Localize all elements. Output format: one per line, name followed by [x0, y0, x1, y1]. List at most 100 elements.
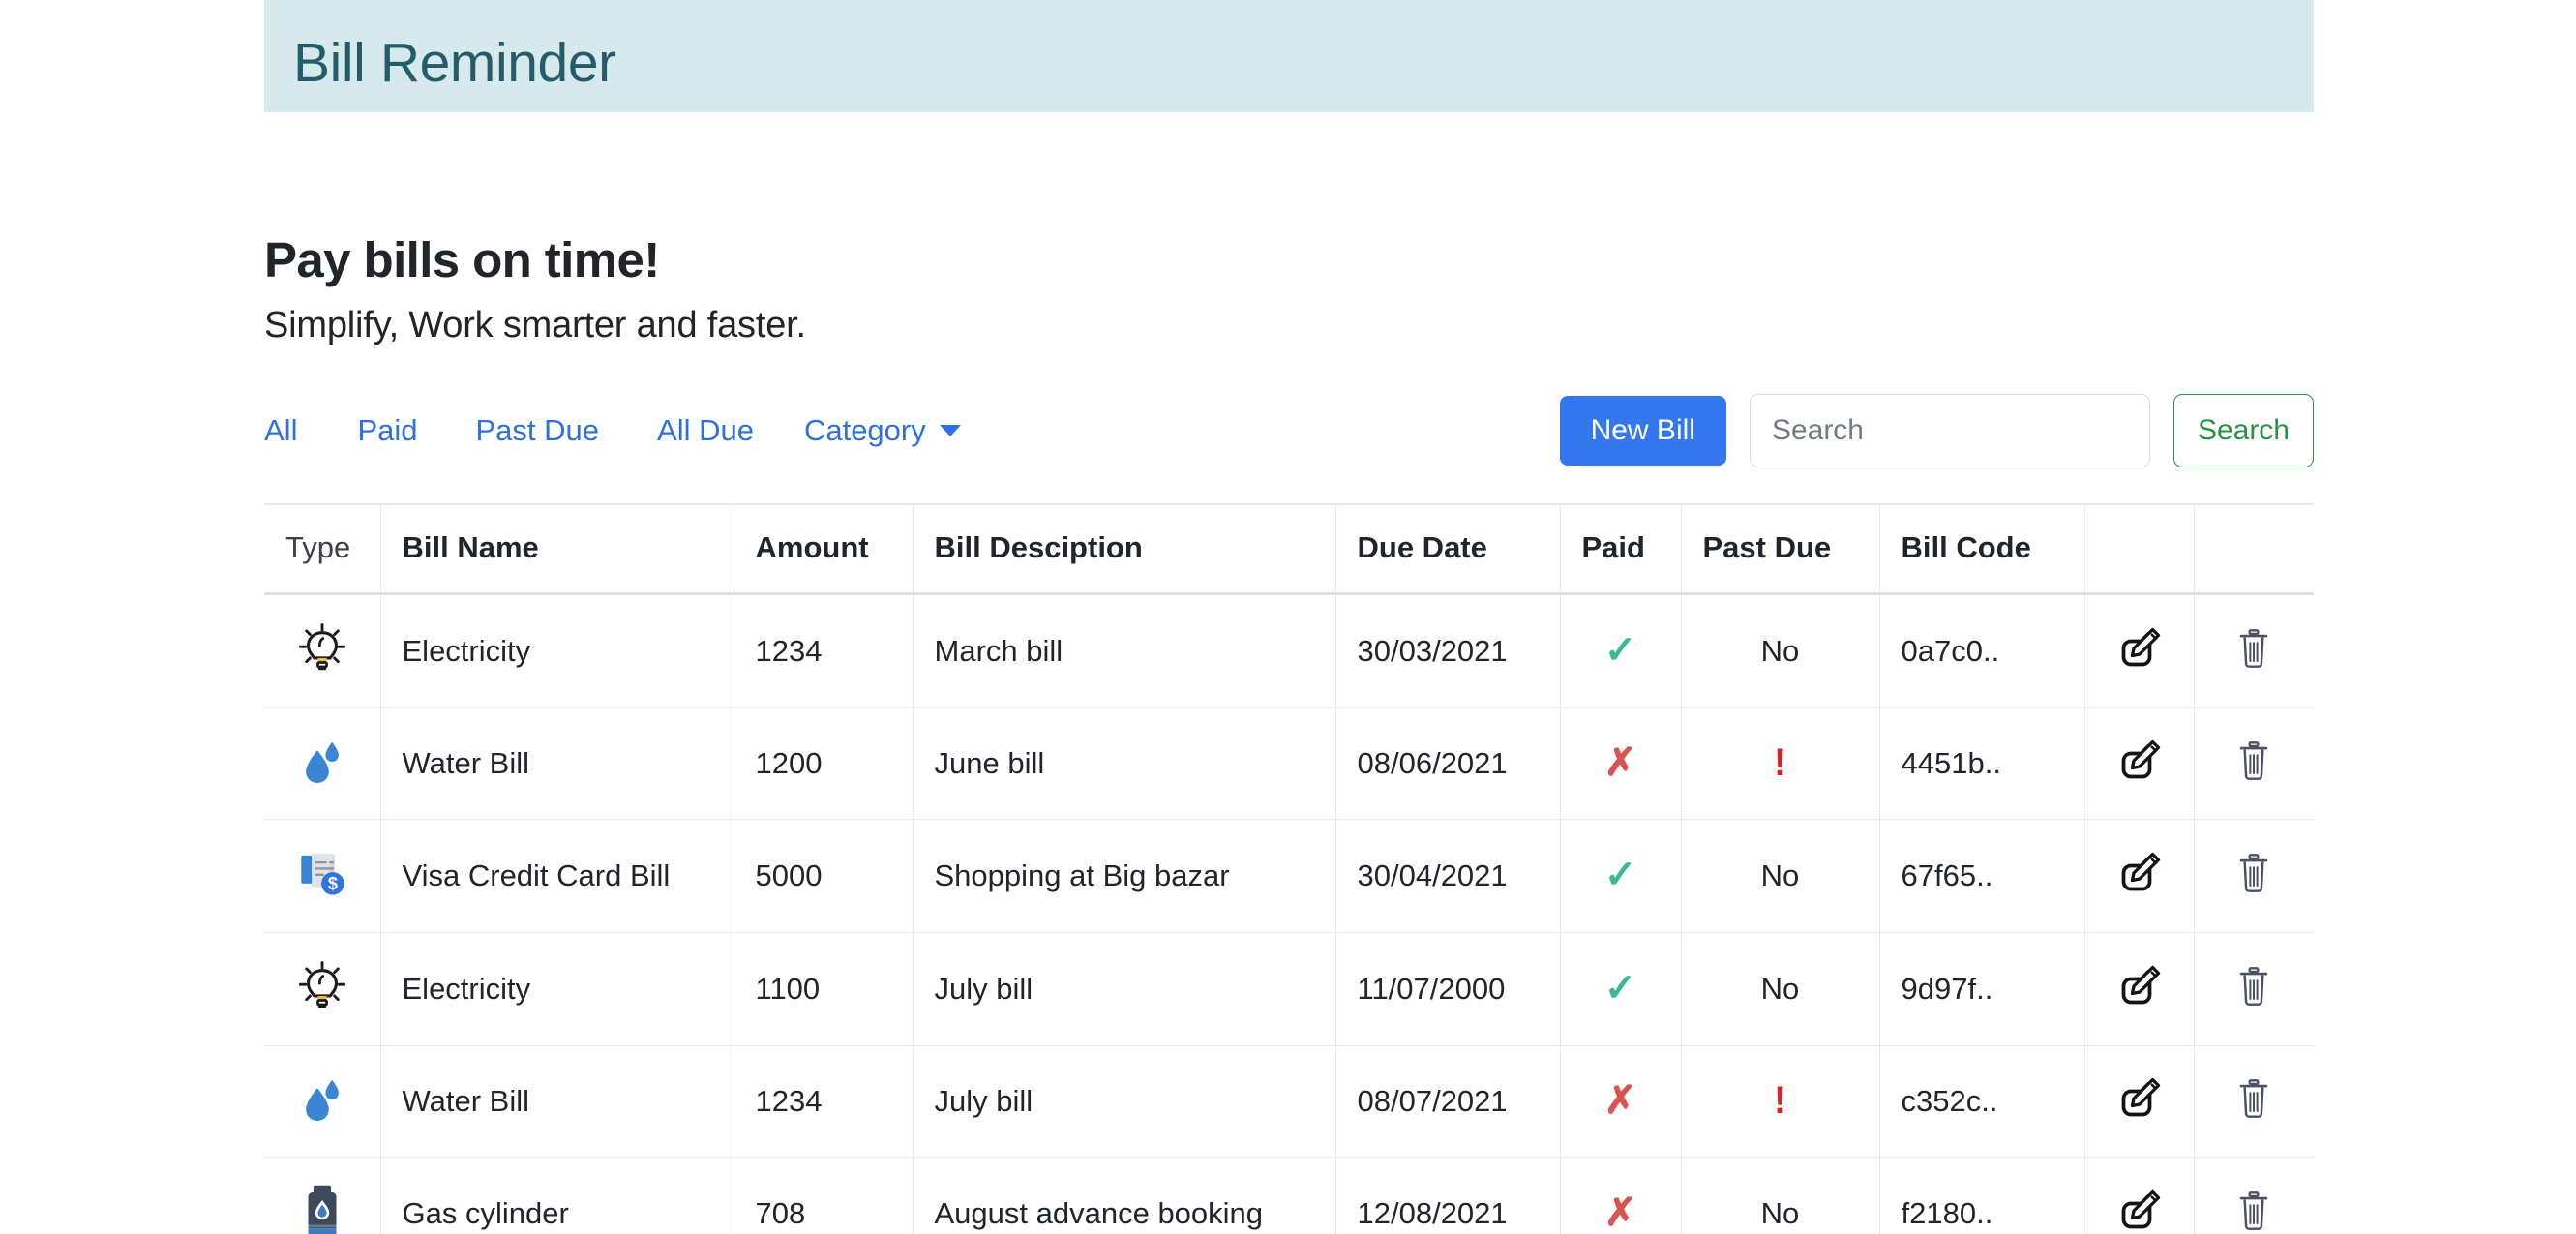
cell-due-date: 11/07/2000 — [1335, 932, 1561, 1046]
filter-nav: All Paid Past Due All Due Category — [264, 415, 961, 445]
lightbulb-icon — [292, 956, 352, 1016]
header-bill-name: Bill Name — [380, 503, 734, 595]
cell-past-due: ! — [1681, 707, 1880, 820]
cell-bill-code: c352c.. — [1879, 1045, 2085, 1158]
cell-description: July bill — [913, 1045, 1336, 1158]
cell-delete-action — [2194, 1157, 2314, 1234]
header-bill-description: Bill Desciption — [913, 503, 1336, 595]
cell-paid: ✗ — [1560, 1045, 1682, 1158]
cell-due-date: 12/08/2021 — [1335, 1157, 1561, 1234]
cell-type — [264, 1157, 381, 1234]
past-due-value: No — [1760, 858, 1800, 892]
table-body: Electricity 1234 March bill 30/03/2021 ✓… — [264, 593, 2314, 1234]
invoice-dollar-icon: $ — [292, 843, 352, 903]
delete-bill-button[interactable] — [2227, 961, 2281, 1015]
delete-bill-button[interactable] — [2227, 1186, 2281, 1234]
cell-bill-name: Water Bill — [380, 707, 734, 820]
cell-due-date: 08/07/2021 — [1335, 1045, 1561, 1158]
bills-table: Type Bill Name Amount Bill Desciption Du… — [264, 503, 2314, 1234]
cell-past-due: No — [1681, 819, 1880, 933]
cell-description: June bill — [913, 707, 1336, 820]
cell-delete-action — [2194, 932, 2314, 1046]
cell-bill-name: Water Bill — [380, 1045, 734, 1158]
cell-edit-action — [2084, 1045, 2195, 1158]
cell-bill-code: f2180.. — [1879, 1157, 2085, 1234]
filter-all-due[interactable]: All Due — [628, 415, 783, 445]
cell-bill-code: 67f65.. — [1879, 819, 2085, 933]
table-row: Electricity 1234 March bill 30/03/2021 ✓… — [264, 593, 2314, 708]
cell-delete-action — [2194, 819, 2314, 933]
cell-delete-action — [2194, 707, 2314, 820]
header-amount: Amount — [734, 503, 914, 595]
cell-edit-action — [2084, 932, 2195, 1046]
new-bill-button[interactable]: New Bill — [1559, 395, 1726, 466]
cell-description: July bill — [913, 932, 1336, 1046]
overdue-exclamation-icon: ! — [1773, 741, 1787, 785]
paid-check-icon: ✓ — [1603, 967, 1637, 1010]
paid-check-icon: ✓ — [1603, 854, 1637, 897]
table-row: Gas cylinder 708 August advance booking … — [264, 1157, 2314, 1234]
delete-bill-button[interactable] — [2227, 1073, 2281, 1128]
table-row: Water Bill 1200 June bill 08/06/2021 ✗ !… — [264, 707, 2314, 820]
edit-bill-button[interactable] — [2112, 847, 2167, 901]
cell-type — [264, 593, 381, 708]
cell-description: August advance booking — [913, 1157, 1336, 1234]
filter-paid[interactable]: Paid — [328, 415, 446, 445]
delete-bill-button[interactable] — [2227, 623, 2281, 677]
edit-bill-button[interactable] — [2112, 960, 2167, 1014]
cell-amount: 1234 — [734, 1045, 914, 1158]
cell-delete-action — [2194, 1045, 2314, 1158]
cell-type — [264, 707, 381, 820]
table-row: Water Bill 1234 July bill 08/07/2021 ✗ !… — [264, 1045, 2314, 1158]
cell-edit-action — [2084, 819, 2195, 933]
unpaid-cross-icon: ✗ — [1603, 1079, 1637, 1123]
cell-due-date: 30/04/2021 — [1335, 819, 1561, 933]
cell-type — [264, 932, 381, 1046]
edit-pencil-icon — [2116, 625, 2163, 675]
main-content: Pay bills on time! Simplify, Work smarte… — [264, 232, 2314, 1234]
table-head: Type Bill Name Amount Bill Desciption Du… — [264, 503, 2314, 595]
cell-edit-action — [2084, 1157, 2195, 1234]
page-headline: Pay bills on time! — [264, 232, 660, 287]
category-dropdown[interactable]: Category — [783, 415, 961, 445]
past-due-value: No — [1760, 1195, 1800, 1230]
edit-pencil-icon — [2116, 737, 2163, 787]
app-banner: Bill Reminder — [264, 0, 2314, 112]
trash-icon — [2232, 738, 2276, 786]
cell-bill-name: Visa Credit Card Bill — [380, 819, 734, 933]
trash-icon — [2232, 851, 2276, 898]
header-delete-actions — [2194, 503, 2314, 595]
header-due-date: Due Date — [1335, 503, 1561, 595]
edit-pencil-icon — [2116, 1075, 2163, 1125]
edit-bill-button[interactable] — [2112, 1072, 2167, 1127]
edit-bill-button[interactable] — [2112, 735, 2167, 789]
toolbar: All Paid Past Due All Due Category New B… — [264, 389, 2314, 472]
edit-bill-button[interactable] — [2112, 1185, 2167, 1234]
table-row: Electricity 1100 July bill 11/07/2000 ✓ … — [264, 932, 2314, 1046]
water-drop-icon — [292, 1069, 352, 1129]
unpaid-cross-icon: ✗ — [1603, 741, 1637, 785]
trash-icon — [2232, 626, 2276, 674]
cell-past-due: No — [1681, 932, 1880, 1046]
cell-description: Shopping at Big bazar — [913, 819, 1336, 933]
filter-all[interactable]: All — [264, 415, 328, 445]
category-dropdown-label: Category — [803, 413, 926, 448]
gas-cylinder-icon — [292, 1181, 352, 1234]
search-input[interactable] — [1749, 393, 2150, 467]
toolbar-actions: New Bill Search — [1559, 393, 2314, 467]
trash-icon — [2232, 1076, 2276, 1124]
filter-past-due[interactable]: Past Due — [447, 415, 629, 445]
past-due-value: No — [1760, 971, 1800, 1006]
table-row: $ Visa Credit Card Bill 5000 Shopping at… — [264, 819, 2314, 933]
cell-paid: ✓ — [1560, 932, 1682, 1046]
edit-bill-button[interactable] — [2112, 622, 2167, 677]
header-past-due: Past Due — [1681, 503, 1880, 595]
cell-bill-name: Gas cylinder — [380, 1157, 734, 1234]
trash-icon — [2232, 964, 2276, 1011]
delete-bill-button[interactable] — [2227, 848, 2281, 902]
cell-edit-action — [2084, 707, 2195, 820]
delete-bill-button[interactable] — [2227, 736, 2281, 790]
search-button[interactable]: Search — [2172, 393, 2314, 467]
header-type: Type — [264, 503, 381, 595]
cell-amount: 708 — [734, 1157, 914, 1234]
